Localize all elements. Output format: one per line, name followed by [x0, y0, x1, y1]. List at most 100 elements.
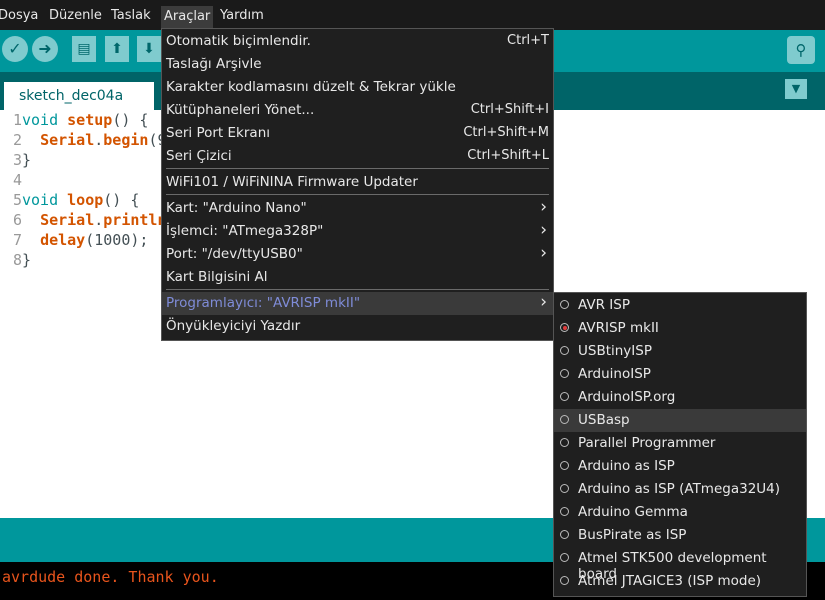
menu-dosya[interactable]: Dosya: [0, 8, 38, 23]
code-line: 3}: [0, 150, 31, 170]
programmer-option-label: ArduinoISP: [578, 366, 651, 382]
tools-menu-item[interactable]: Otomatik biçimlendir. Ctrl+T: [162, 30, 553, 53]
check-icon: ✓: [8, 39, 22, 58]
tools-menu-item[interactable]: Taslağı Arşivle: [162, 53, 553, 76]
code-line: 8}: [0, 250, 31, 270]
new-button[interactable]: ▤: [72, 36, 96, 62]
radio-icon: [560, 438, 569, 447]
menu-duzenle[interactable]: Düzenle: [49, 8, 102, 23]
upload-button[interactable]: ➜: [32, 36, 58, 62]
code-token: (1000);: [85, 231, 149, 249]
programmer-option[interactable]: Atmel JTAGICE3 (ISP mode): [554, 570, 806, 593]
programmer-option-label: AVRISP mkII: [578, 320, 659, 336]
programmer-option[interactable]: ArduinoISP: [554, 363, 806, 386]
radio-icon: [560, 530, 569, 539]
programmer-option-label: Parallel Programmer: [578, 435, 716, 451]
menu-item-shortcut: Ctrl+Shift+M: [463, 125, 549, 140]
radio-icon: [560, 461, 569, 470]
verify-button[interactable]: ✓: [2, 36, 28, 62]
code-token: setup: [67, 111, 113, 129]
menu-araclar[interactable]: Araçlar: [161, 6, 214, 28]
open-button[interactable]: ⬆: [105, 36, 129, 62]
code-token: .: [94, 211, 104, 229]
open-arrow-up-icon: ⬆: [111, 41, 123, 57]
programmer-option[interactable]: BusPirate as ISP: [554, 524, 806, 547]
menu-item-label: Seri Çizici: [166, 148, 232, 164]
tab-sketch[interactable]: sketch_dec04a: [4, 82, 154, 110]
menu-item-label: Otomatik biçimlendir.: [166, 33, 311, 49]
programmer-option[interactable]: ArduinoISP.org: [554, 386, 806, 409]
tools-menu-item[interactable]: Kart: "Arduino Nano" ›: [162, 197, 553, 220]
chevron-right-icon: ›: [540, 243, 547, 263]
chevron-down-icon: ▼: [791, 82, 801, 95]
code-token: println: [103, 211, 167, 229]
menu-item-label: Kütüphaneleri Yönet...: [166, 102, 315, 118]
programmer-option-label: BusPirate as ISP: [578, 527, 687, 543]
line-number: 7: [12, 231, 22, 249]
menu-yardim[interactable]: Yardım: [220, 8, 264, 23]
menu-item-label: Programlayıcı: "AVRISP mkII": [166, 295, 361, 311]
tools-menu-item[interactable]: İşlemci: "ATmega328P" ›: [162, 220, 553, 243]
radio-icon: [560, 369, 569, 378]
programmer-option-label: USBtinyISP: [578, 343, 652, 359]
radio-icon: [560, 576, 569, 585]
programmer-option[interactable]: USBtinyISP: [554, 340, 806, 363]
tools-menu-item[interactable]: Önyükleyiciyi Yazdır: [162, 315, 553, 338]
tools-menu-item[interactable]: Programlayıcı: "AVRISP mkII" ›: [162, 292, 553, 315]
programmer-option[interactable]: Parallel Programmer: [554, 432, 806, 455]
radio-icon: [560, 323, 569, 332]
radio-icon: [560, 300, 569, 309]
menu-item-shortcut: Ctrl+Shift+I: [470, 102, 549, 117]
chevron-right-icon: ›: [540, 197, 547, 217]
tools-menu-item[interactable]: Kütüphaneleri Yönet... Ctrl+Shift+I: [162, 99, 553, 122]
menu-item-label: Önyükleyiciyi Yazdır: [166, 318, 301, 334]
chevron-right-icon: ›: [540, 220, 547, 240]
tab-label: sketch_dec04a: [19, 88, 124, 104]
serial-monitor-button[interactable]: ⚲: [787, 36, 815, 64]
menu-separator: [166, 168, 549, 169]
line-number: 6: [12, 211, 22, 229]
tools-menu-item[interactable]: Seri Çizici Ctrl+Shift+L: [162, 145, 553, 168]
programmer-option-label: Arduino as ISP (ATmega32U4): [578, 481, 781, 497]
menu-item-label: Kart Bilgisini Al: [166, 269, 268, 285]
programmer-option[interactable]: Arduino as ISP: [554, 455, 806, 478]
programmer-option[interactable]: AVR ISP: [554, 294, 806, 317]
code-token: }: [22, 251, 32, 269]
tab-menu-button[interactable]: ▼: [785, 79, 807, 99]
programmer-option[interactable]: Arduino as ISP (ATmega32U4): [554, 478, 806, 501]
menu-item-label: Seri Port Ekranı: [166, 125, 270, 141]
code-token: }: [22, 151, 32, 169]
menu-item-label: Taslağı Arşivle: [166, 56, 262, 72]
tools-menu-item[interactable]: WiFi101 / WiFiNINA Firmware Updater: [162, 171, 553, 194]
code-token: Serial: [40, 211, 95, 229]
programmer-option-label: Arduino Gemma: [578, 504, 688, 520]
menu-separator: [166, 289, 549, 290]
radio-icon: [560, 484, 569, 493]
menu-taslak[interactable]: Taslak: [111, 8, 151, 23]
save-button[interactable]: ⬇: [137, 36, 161, 62]
radio-icon: [560, 553, 569, 562]
save-arrow-down-icon: ⬇: [143, 41, 155, 57]
code-line: 4: [0, 170, 22, 190]
tools-menu-item[interactable]: Port: "/dev/ttyUSB0" ›: [162, 243, 553, 266]
tools-menu-item[interactable]: Seri Port Ekranı Ctrl+Shift+M: [162, 122, 553, 145]
tools-menu-item[interactable]: Kart Bilgisini Al: [162, 266, 553, 289]
magnifier-icon: ⚲: [795, 41, 807, 59]
menu-item-label: Kart: "Arduino Nano": [166, 200, 307, 216]
arrow-right-icon: ➜: [38, 39, 52, 58]
line-number: 5: [12, 191, 22, 209]
menu-separator: [166, 194, 549, 195]
programmer-option[interactable]: USBasp: [554, 409, 806, 432]
programmer-option[interactable]: Atmel STK500 development board: [554, 547, 806, 582]
programmer-option-label: AVR ISP: [578, 297, 630, 313]
radio-icon: [560, 346, 569, 355]
tools-menu-item[interactable]: Karakter kodlamasını düzelt & Tekrar yük…: [162, 76, 553, 99]
line-number: 4: [12, 171, 22, 189]
menu-item-label: Port: "/dev/ttyUSB0": [166, 246, 303, 262]
code-token: delay: [40, 231, 86, 249]
programmer-option[interactable]: Arduino Gemma: [554, 501, 806, 524]
code-token: .: [94, 131, 104, 149]
programmer-option[interactable]: AVRISP mkII: [554, 317, 806, 340]
